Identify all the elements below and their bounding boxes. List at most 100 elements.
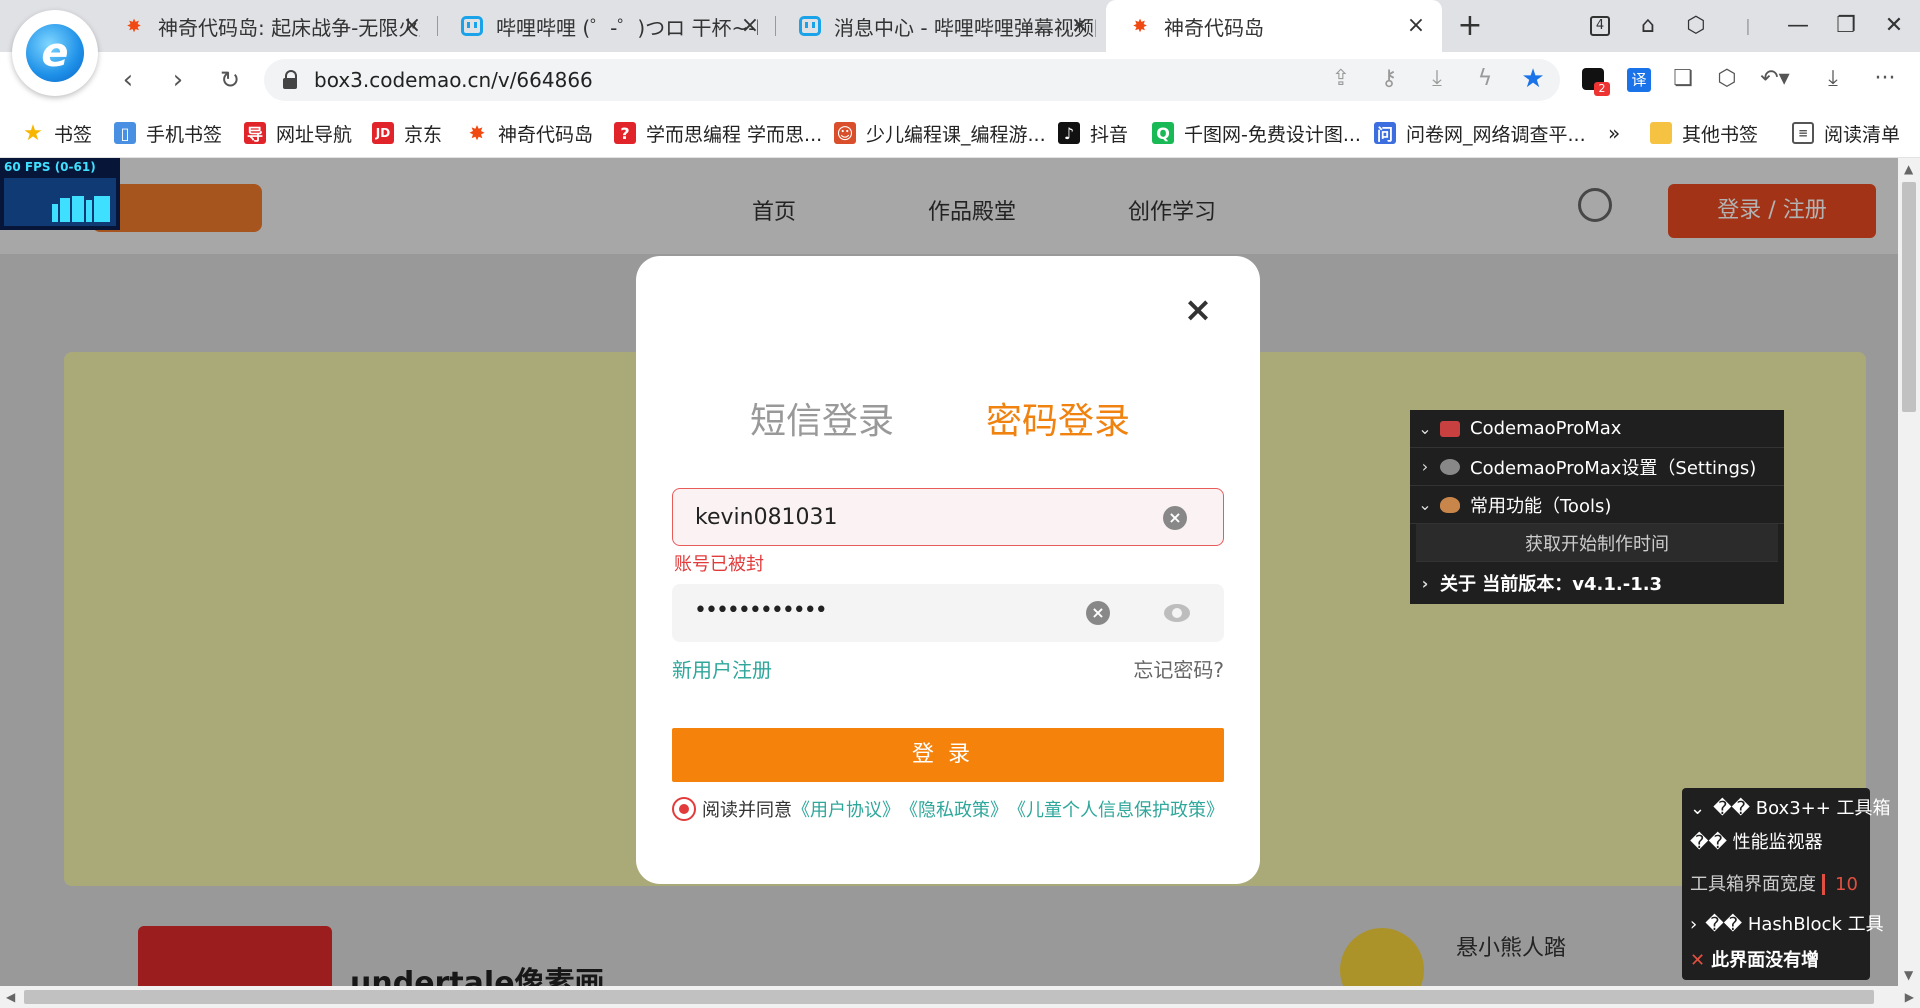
username-value[interactable]: kevin081031 xyxy=(695,505,838,530)
translate-icon[interactable]: 译 xyxy=(1622,62,1656,96)
new-tab-button[interactable]: + xyxy=(1452,10,1488,42)
tools-label: 常用功能（Tools) xyxy=(1470,495,1612,517)
reload-button[interactable]: ↻ xyxy=(214,64,246,96)
get-start-time-button[interactable]: 获取开始制作时间 xyxy=(1416,524,1778,562)
toolbar: ‹ › ↻ box3.codemao.cn/v/664866 ⇪ ⚷ ⤓ ϟ ★… xyxy=(0,52,1920,108)
bookmark-item[interactable]: 问问卷网_网络调查平... xyxy=(1374,108,1586,158)
minimize-button[interactable]: — xyxy=(1780,10,1816,42)
codemao-promax-panel: ⌄ CodemaoProMax › CodemaoProMax设置（Settin… xyxy=(1410,410,1784,604)
extensions-icon[interactable]: ⬡ xyxy=(1710,62,1744,96)
close-tab-icon[interactable]: × xyxy=(736,12,764,40)
login-button[interactable]: 登录 xyxy=(672,728,1224,782)
xes-icon: ? xyxy=(614,122,636,144)
gear-icon xyxy=(1440,458,1460,475)
tab-title: 消息中心 - 哔哩哔哩弹幕视频网 xyxy=(834,15,1096,40)
chevron-right-icon: › xyxy=(1421,457,1429,476)
box3-title[interactable]: ⌄ �� Box3++ 工具箱 xyxy=(1690,794,1891,820)
extension-puzzle-icon[interactable]: ⬡ xyxy=(1678,10,1714,42)
address-bar[interactable]: box3.codemao.cn/v/664866 xyxy=(264,59,1560,101)
promax-settings[interactable]: › CodemaoProMax设置（Settings) xyxy=(1410,448,1784,486)
lightning-icon[interactable]: ϟ xyxy=(1468,62,1502,96)
clear-icon[interactable]: × xyxy=(1086,601,1110,625)
width-input[interactable]: 10 xyxy=(1822,874,1862,895)
install-icon[interactable]: ⤓ xyxy=(1420,62,1454,96)
maximize-button[interactable]: ❐ xyxy=(1828,10,1864,42)
forgot-password-link[interactable]: 忘记密码? xyxy=(1133,654,1224,683)
agree-radio[interactable] xyxy=(672,797,696,821)
fist-icon xyxy=(1440,496,1460,513)
tab-count-icon[interactable]: 4 xyxy=(1582,10,1618,42)
privacy-policy-link[interactable]: 《隐私政策》 xyxy=(900,796,1008,822)
reading-list[interactable]: ≡ 阅读清单 xyxy=(1792,108,1900,158)
clear-icon[interactable]: × xyxy=(1163,506,1187,530)
bookmark-star-icon[interactable]: ★ xyxy=(1516,62,1550,96)
key-icon[interactable]: ⚷ xyxy=(1372,62,1406,96)
extension-icon[interactable]: 2 xyxy=(1576,62,1610,96)
browser-tab-4[interactable]: ✸ 神奇代码岛 × xyxy=(1106,0,1442,52)
browser-tab-3[interactable]: 消息中心 - 哔哩哔哩弹幕视频网 × xyxy=(776,0,1106,52)
scrollbar-thumb[interactable] xyxy=(1902,182,1916,412)
bookmark-item[interactable]: ? 学而思编程 学而思... xyxy=(614,108,822,158)
promax-about[interactable]: › 关于 当前版本：v4.1.-1.3 xyxy=(1410,564,1784,602)
close-tab-icon[interactable]: × xyxy=(398,12,426,40)
tab-bar: ✸ 神奇代码岛: 起床战争-无限火力 × 哔哩哔哩 (゜-゜)つロ 干杯~-bi… xyxy=(0,0,1920,52)
star-icon: ✸ xyxy=(1132,15,1148,37)
register-link[interactable]: 新用户注册 xyxy=(672,654,772,683)
username-field[interactable]: kevin081031 × xyxy=(672,488,1224,546)
other-bookmarks-folder[interactable]: 其他书签 xyxy=(1650,108,1758,158)
width-setting: 工具箱界面宽度 10 xyxy=(1690,870,1862,896)
folder-icon xyxy=(1650,122,1672,144)
collections-icon[interactable]: ❏ xyxy=(1666,62,1700,96)
agree-text: 阅读并同意 xyxy=(702,800,792,821)
bookmark-item[interactable]: Q 千图网-免费设计图... xyxy=(1152,108,1361,158)
kids-icon: ☺ xyxy=(834,122,856,144)
url-text[interactable]: box3.codemao.cn/v/664866 xyxy=(314,68,593,92)
no-add-notice: ✕ 此界面没有增 xyxy=(1690,950,1820,971)
incognito-icon[interactable]: ⌂ xyxy=(1630,10,1666,42)
browser-tab-2[interactable]: 哔哩哔哩 (゜-゜)つロ 干杯~-bilibili × xyxy=(438,0,776,52)
scrollbar-thumb[interactable] xyxy=(24,990,1874,1004)
chevron-down-icon: ⌄ xyxy=(1418,419,1432,438)
password-field[interactable]: •••••••••••• × xyxy=(672,584,1224,642)
password-value[interactable]: •••••••••••• xyxy=(694,598,828,623)
user-agreement-link[interactable]: 《用户协议》 xyxy=(792,796,900,822)
bookmark-item[interactable]: ♪ 抖音 xyxy=(1058,108,1128,158)
promax-header[interactable]: ⌄ CodemaoProMax xyxy=(1410,410,1784,448)
child-privacy-link[interactable]: 《儿童个人信息保护政策》 xyxy=(1008,796,1224,822)
douyin-icon: ♪ xyxy=(1058,122,1080,144)
vertical-scrollbar[interactable]: ▲ ▼ xyxy=(1898,158,1920,986)
bookmark-item[interactable]: ▯ 手机书签 xyxy=(114,108,222,158)
horizontal-scrollbar[interactable]: ◀ ▶ xyxy=(0,986,1920,1008)
eye-icon[interactable] xyxy=(1164,604,1190,622)
fps-meter: 60 FPS (0-61) xyxy=(0,158,120,230)
back-button[interactable]: ‹ xyxy=(112,64,144,96)
bookmark-item[interactable]: ✸ 神奇代码岛 xyxy=(466,108,593,158)
forward-button[interactable]: › xyxy=(162,64,194,96)
error-message: 账号已被封 xyxy=(674,554,764,575)
chevron-down-icon: ⌄ xyxy=(1418,495,1432,514)
share-icon[interactable]: ⇪ xyxy=(1324,62,1358,96)
download-icon[interactable]: ⤓ xyxy=(1816,62,1850,96)
bookmark-item[interactable]: 导网址导航 xyxy=(244,108,352,158)
close-tab-icon[interactable]: × xyxy=(1066,12,1094,40)
star-icon: ✸ xyxy=(126,15,142,37)
close-tab-icon[interactable]: × xyxy=(1402,12,1430,40)
more-menu-icon[interactable]: ··· xyxy=(1868,62,1902,96)
tab-sms-login[interactable]: 短信登录 xyxy=(750,392,894,444)
close-icon[interactable]: × xyxy=(1180,292,1216,328)
window-close-button[interactable]: ✕ xyxy=(1876,10,1912,42)
perf-monitor-toggle[interactable]: �� 性能监视器 xyxy=(1690,828,1823,854)
tab-title: 神奇代码岛 xyxy=(1164,15,1264,40)
bookmark-item[interactable]: JD 京东 xyxy=(372,108,442,158)
browser-tab-1[interactable]: ✸ 神奇代码岛: 起床战争-无限火力 × xyxy=(100,0,438,52)
hashblock-toggle[interactable]: › �� HashBlock 工具 xyxy=(1690,910,1884,936)
bookmarks-more-button[interactable]: » xyxy=(1608,108,1620,158)
bookmark-item[interactable]: ★ 书签 xyxy=(22,108,92,158)
bilibili-icon xyxy=(798,14,822,38)
close-icon: ✕ xyxy=(1690,950,1706,971)
promax-tools[interactable]: ⌄ 常用功能（Tools) xyxy=(1410,486,1784,524)
bookmark-item[interactable]: ☺ 少儿编程课_编程游... xyxy=(834,108,1046,158)
tab-password-login[interactable]: 密码登录 xyxy=(986,392,1130,444)
undo-icon[interactable]: ↶▾ xyxy=(1758,62,1792,96)
fps-graph xyxy=(4,178,116,226)
